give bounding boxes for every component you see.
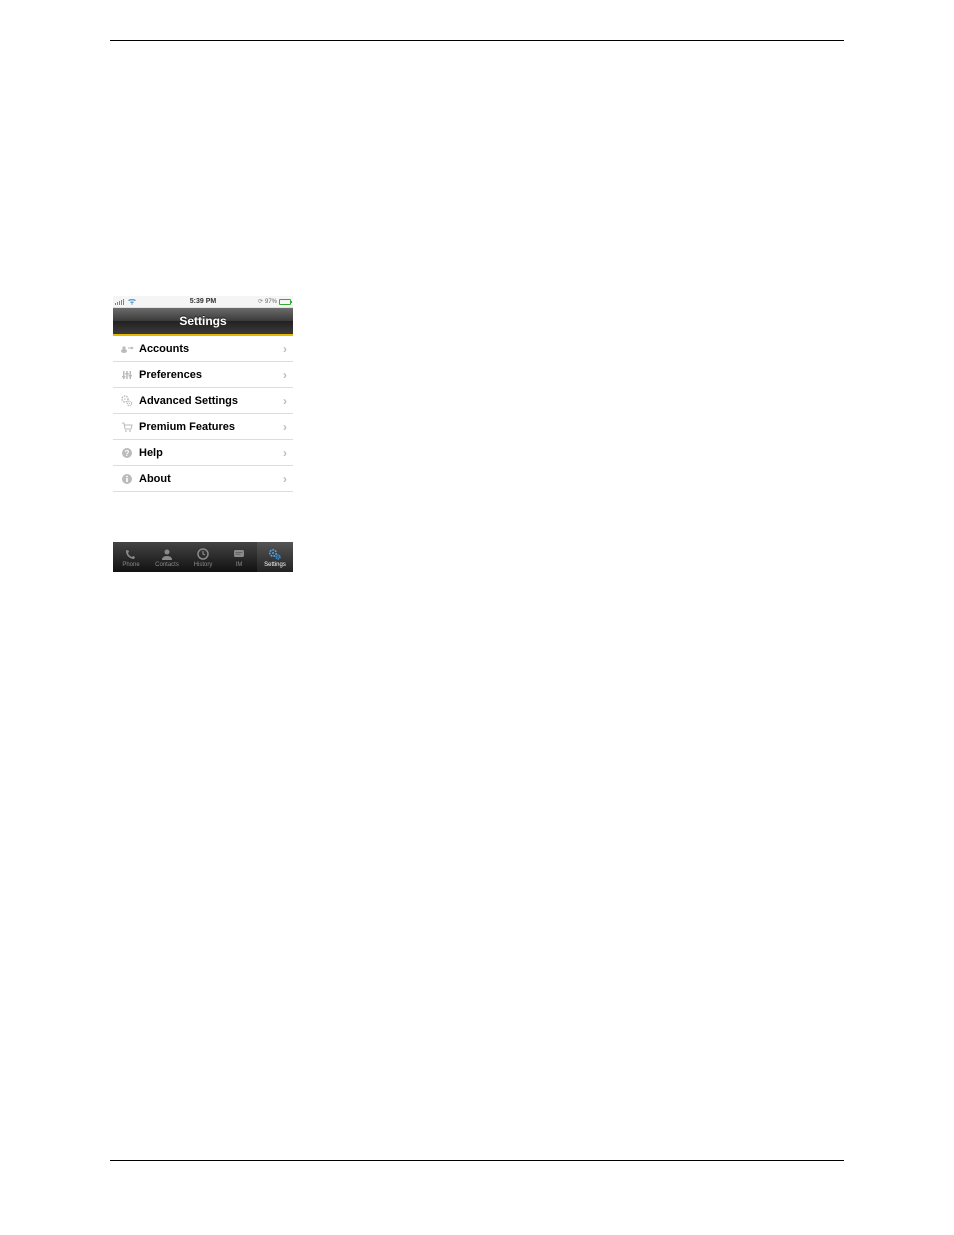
chevron-right-icon: › bbox=[283, 420, 287, 434]
page-top-rule bbox=[110, 40, 844, 41]
navbar: Settings bbox=[113, 308, 293, 336]
row-about[interactable]: About › bbox=[113, 466, 293, 492]
row-label: About bbox=[135, 473, 283, 485]
settings-gear-icon bbox=[268, 547, 282, 561]
row-advanced-settings[interactable]: Advanced Settings › bbox=[113, 388, 293, 414]
row-label: Help bbox=[135, 447, 283, 459]
chevron-right-icon: › bbox=[283, 394, 287, 408]
navbar-title: Settings bbox=[179, 314, 226, 328]
tab-contacts[interactable]: Contacts bbox=[149, 542, 185, 572]
row-label: Advanced Settings bbox=[135, 395, 283, 407]
tab-label: History bbox=[194, 562, 213, 568]
settings-list: Accounts › Preferences › bbox=[113, 336, 293, 492]
tab-im[interactable]: IM bbox=[221, 542, 257, 572]
page-bottom-rule bbox=[110, 1160, 844, 1161]
row-label: Preferences bbox=[135, 369, 283, 381]
tab-label: IM bbox=[236, 562, 243, 568]
battery-icon bbox=[279, 299, 291, 305]
tab-label: Phone bbox=[122, 562, 139, 568]
tab-label: Settings bbox=[264, 562, 286, 568]
status-bar: 5:39 PM ⟳ 97% bbox=[113, 296, 293, 308]
chevron-right-icon: › bbox=[283, 342, 287, 356]
chevron-right-icon: › bbox=[283, 368, 287, 382]
phone-screenshot: 5:39 PM ⟳ 97% Settings Accounts bbox=[113, 296, 293, 572]
gears-icon bbox=[119, 395, 135, 407]
row-label: Premium Features bbox=[135, 421, 283, 433]
row-accounts[interactable]: Accounts › bbox=[113, 336, 293, 362]
row-preferences[interactable]: Preferences › bbox=[113, 362, 293, 388]
tab-bar: Phone Contacts History bbox=[113, 542, 293, 572]
battery-percent: 97% bbox=[265, 299, 277, 305]
tab-settings[interactable]: Settings bbox=[257, 542, 293, 572]
chevron-right-icon: › bbox=[283, 472, 287, 486]
tab-history[interactable]: History bbox=[185, 542, 221, 572]
contacts-icon bbox=[160, 547, 174, 561]
tab-label: Contacts bbox=[155, 562, 179, 568]
info-icon bbox=[119, 473, 135, 485]
svg-text:?: ? bbox=[125, 449, 130, 458]
sliders-icon bbox=[119, 369, 135, 381]
tab-phone[interactable]: Phone bbox=[113, 542, 149, 572]
history-icon bbox=[196, 547, 210, 561]
signal-bars-icon bbox=[115, 299, 124, 305]
chevron-right-icon: › bbox=[283, 446, 287, 460]
row-help[interactable]: ? Help › bbox=[113, 440, 293, 466]
accounts-icon bbox=[119, 344, 135, 354]
row-label: Accounts bbox=[135, 343, 283, 355]
help-icon: ? bbox=[119, 447, 135, 459]
wifi-icon bbox=[128, 299, 136, 305]
message-icon bbox=[232, 547, 246, 561]
phone-icon bbox=[124, 547, 138, 561]
cart-icon bbox=[119, 421, 135, 433]
row-premium-features[interactable]: Premium Features › bbox=[113, 414, 293, 440]
